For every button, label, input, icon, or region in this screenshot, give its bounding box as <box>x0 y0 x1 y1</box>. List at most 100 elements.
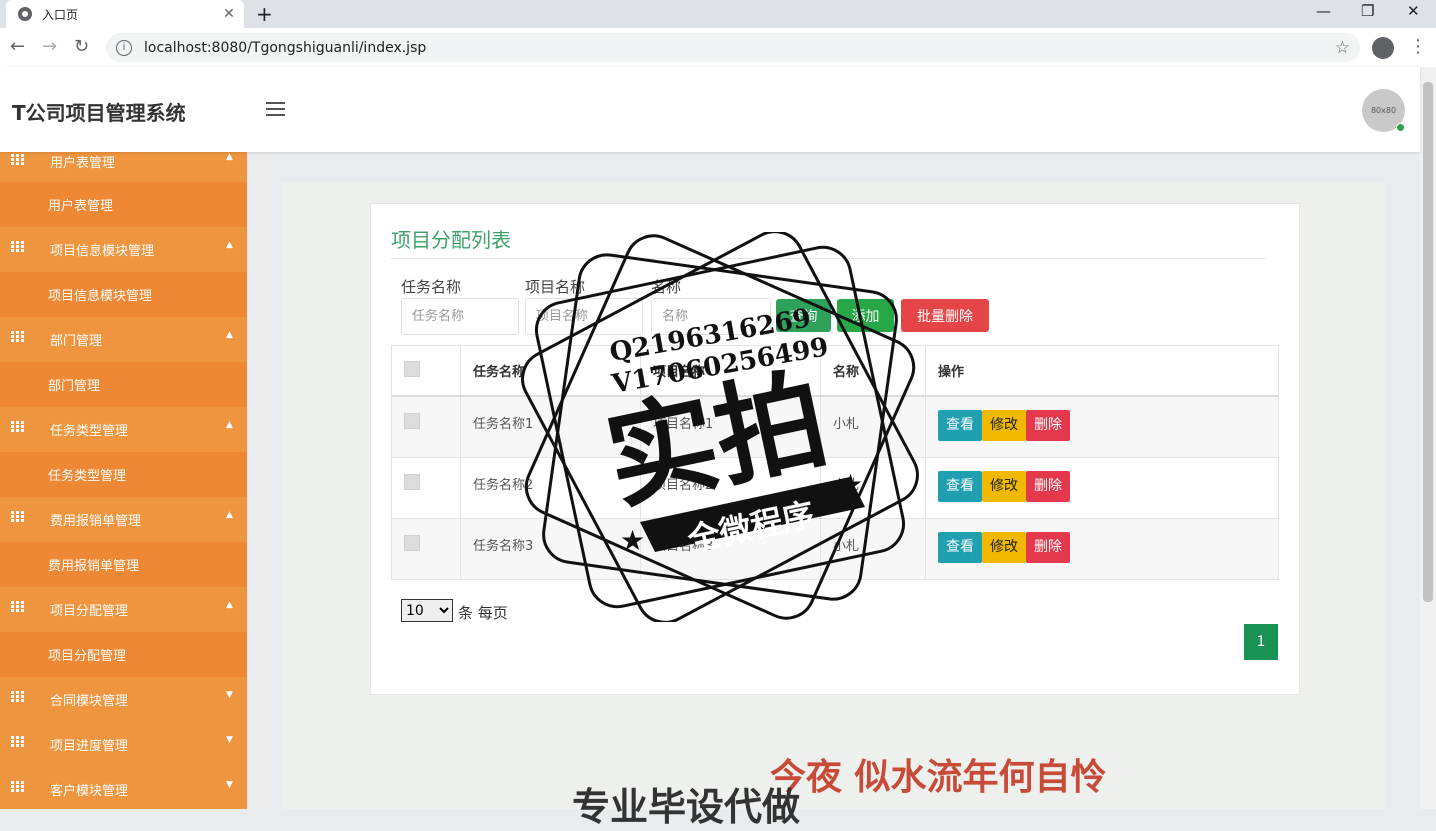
url-text[interactable]: localhost:8080/Tgongshiguanli/index.jsp <box>144 40 1335 56</box>
sidebar-group-contract[interactable]: 合同模块管理 ▼ <box>0 677 247 722</box>
sidebar-group-label: 项目信息模块管理 <box>50 244 155 259</box>
edit-button[interactable]: 修改 <box>982 470 1026 502</box>
task-name-input[interactable] <box>401 298 519 335</box>
sidebar-group-progress[interactable]: 项目进度管理 ▼ <box>0 722 247 767</box>
forward-arrow-icon[interactable]: → <box>42 36 57 57</box>
sidebar-group-label: 项目分配管理 <box>50 604 129 619</box>
actions-cell: 查看 修改 删除 <box>925 395 1279 458</box>
sidebar-group-label: 用户表管理 <box>50 156 116 171</box>
kebab-menu-icon[interactable]: ⋮ <box>1409 36 1427 57</box>
profile-icon[interactable] <box>1372 37 1394 59</box>
sidebar-group-customer[interactable]: 客户模块管理 ▼ <box>0 767 247 809</box>
actions-cell: 查看 修改 删除 <box>925 517 1279 580</box>
address-bar: ← → ↻ i localhost:8080/Tgongshiguanli/in… <box>0 28 1436 68</box>
browser-tab-bar: 入口页 ✕ + — ❐ ✕ <box>0 0 1436 28</box>
star-icon: ★ <box>620 524 645 557</box>
caret-down-icon: ▼ <box>226 735 233 745</box>
actions-cell: 查看 修改 删除 <box>925 456 1279 519</box>
delete-button[interactable]: 删除 <box>1026 470 1070 502</box>
browser-tab[interactable]: 入口页 ✕ <box>6 0 244 28</box>
grid-icon <box>11 511 24 522</box>
view-button[interactable]: 查看 <box>938 410 982 441</box>
app-title: T公司项目管理系统 <box>12 101 186 125</box>
sidebar-item-label: 任务类型管理 <box>48 469 127 484</box>
row-checkbox[interactable] <box>404 413 420 429</box>
sidebar-item-label: 项目信息模块管理 <box>48 289 153 304</box>
sidebar-item-project-allocation[interactable]: 项目分配管理 <box>0 632 247 677</box>
grid-icon <box>11 691 24 702</box>
grid-icon <box>11 736 24 747</box>
filter-label-task: 任务名称 <box>401 278 462 296</box>
sidebar-item-department[interactable]: 部门管理 <box>0 362 247 407</box>
delete-button[interactable]: 删除 <box>1026 531 1070 563</box>
row-checkbox[interactable] <box>404 534 420 551</box>
row-check-cell <box>391 395 461 458</box>
grid-icon <box>11 601 24 612</box>
page-size-label: 条 每页 <box>458 604 508 622</box>
select-all-checkbox[interactable] <box>404 360 420 377</box>
stamp-watermark: Q2196316269 V17060256499 实拍 全微程序 ★ ★ <box>521 232 919 622</box>
grid-icon <box>11 421 24 432</box>
app-header: T公司项目管理系统 80x80 <box>0 67 1420 152</box>
sidebar-group-label: 项目进度管理 <box>50 739 129 754</box>
view-button[interactable]: 查看 <box>938 470 982 502</box>
tab-title: 入口页 <box>42 7 79 22</box>
online-status-dot <box>1396 123 1405 132</box>
hamburger-menu-icon[interactable] <box>266 102 285 116</box>
restore-icon[interactable]: ❐ <box>1361 2 1374 20</box>
caret-up-icon: ▲ <box>226 510 233 520</box>
sidebar-group-label: 任务类型管理 <box>50 424 129 439</box>
star-icon: ★ <box>838 468 863 501</box>
sidebar: 用户表管理 ▲ 用户表管理 项目信息模块管理 ▲ 项目信息模块管理 部门管理 ▲… <box>0 152 247 809</box>
sidebar-item-user[interactable]: 用户表管理 <box>0 182 247 227</box>
caret-up-icon: ▲ <box>226 152 233 162</box>
sidebar-group-project-info[interactable]: 项目信息模块管理 ▲ <box>0 227 247 272</box>
view-button[interactable]: 查看 <box>938 531 982 563</box>
omnibox[interactable]: i localhost:8080/Tgongshiguanli/index.js… <box>106 33 1360 62</box>
globe-icon <box>18 7 32 21</box>
watermark-red-text: 今夜 似水流年何自怜 <box>770 757 1107 798</box>
grid-icon <box>11 241 24 252</box>
sidebar-group-department[interactable]: 部门管理 ▲ <box>0 317 247 362</box>
close-tab-icon[interactable]: ✕ <box>220 6 238 22</box>
caret-down-icon: ▼ <box>226 690 233 700</box>
page-title: 项目分配列表 <box>391 228 511 252</box>
grid-icon <box>11 781 24 792</box>
reload-icon[interactable]: ↻ <box>74 36 89 57</box>
sidebar-group-label: 费用报销单管理 <box>50 514 142 529</box>
sidebar-group-project-allocation[interactable]: 项目分配管理 ▲ <box>0 587 247 632</box>
sidebar-group-label: 部门管理 <box>50 334 103 349</box>
back-arrow-icon[interactable]: ← <box>10 36 25 57</box>
caret-up-icon: ▲ <box>226 330 233 340</box>
edit-button[interactable]: 修改 <box>982 531 1026 563</box>
new-tab-icon[interactable]: + <box>256 2 273 26</box>
row-check-cell <box>391 456 461 519</box>
grid-icon <box>11 331 24 342</box>
row-check-cell <box>391 517 461 580</box>
watermark-dark-text: 专业毕设代做 <box>572 785 801 829</box>
pagination-page-1[interactable]: 1 <box>1244 624 1278 660</box>
page-size-select[interactable]: 10 20 50 <box>401 599 453 622</box>
row-checkbox[interactable] <box>404 473 420 490</box>
sidebar-group-label: 合同模块管理 <box>50 694 129 709</box>
sidebar-item-project-info[interactable]: 项目信息模块管理 <box>0 272 247 317</box>
sidebar-item-label: 部门管理 <box>48 379 101 394</box>
caret-up-icon: ▲ <box>226 600 233 610</box>
sidebar-group-user[interactable]: 用户表管理 ▲ <box>0 152 247 182</box>
sidebar-group-label: 客户模块管理 <box>50 784 129 799</box>
sidebar-group-task-type[interactable]: 任务类型管理 ▲ <box>0 407 247 452</box>
sidebar-group-expense[interactable]: 费用报销单管理 ▲ <box>0 497 247 542</box>
star-icon[interactable]: ☆ <box>1335 38 1350 58</box>
sidebar-item-expense[interactable]: 费用报销单管理 <box>0 542 247 587</box>
select-all-cell <box>391 345 461 397</box>
sidebar-item-label: 用户表管理 <box>48 199 114 214</box>
sidebar-item-task-type[interactable]: 任务类型管理 <box>0 452 247 497</box>
info-icon[interactable]: i <box>116 39 132 56</box>
grid-icon <box>11 154 24 165</box>
window-close-icon[interactable]: ✕ <box>1407 2 1420 20</box>
scrollbar-thumb[interactable] <box>1423 82 1433 602</box>
delete-button[interactable]: 删除 <box>1026 410 1070 441</box>
edit-button[interactable]: 修改 <box>982 410 1026 441</box>
minimize-icon[interactable]: — <box>1316 2 1331 20</box>
caret-down-icon: ▼ <box>226 780 233 790</box>
